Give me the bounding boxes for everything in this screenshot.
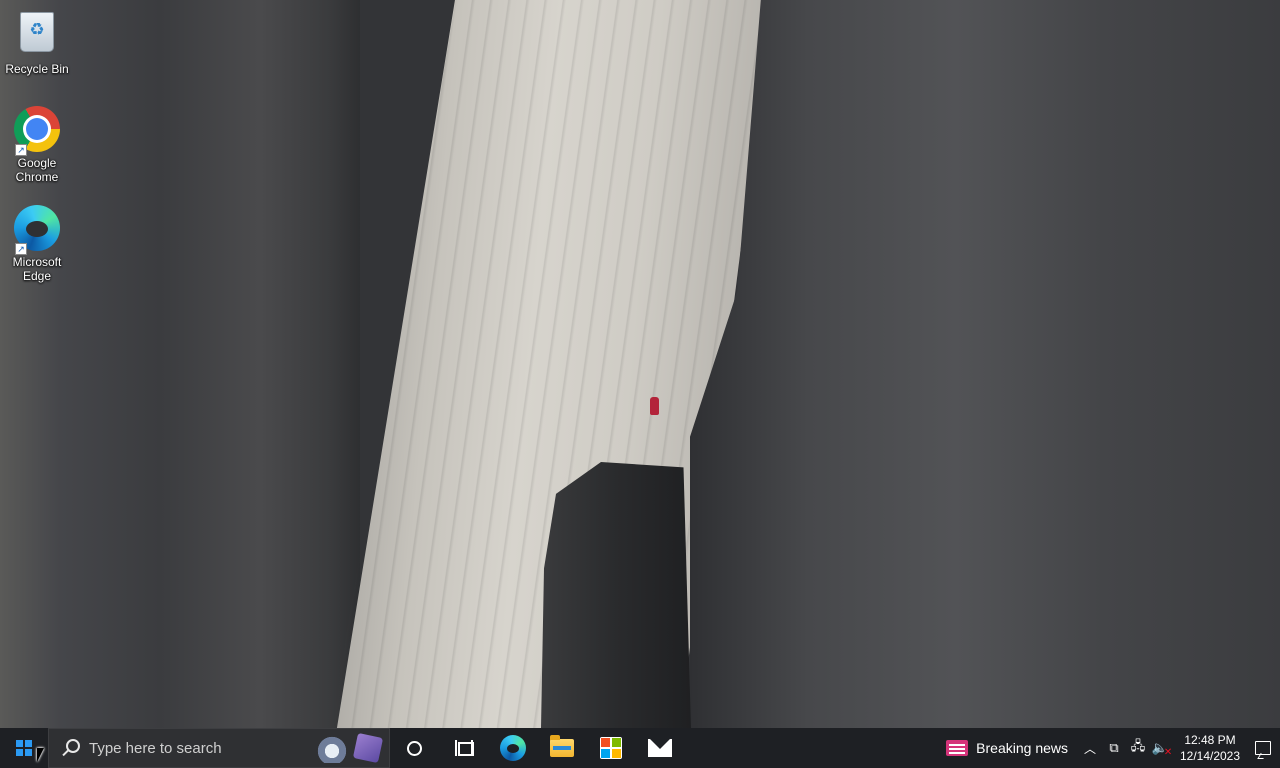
- recycle-bin-icon: [13, 12, 61, 60]
- network-icon: 🖧: [1130, 738, 1146, 753]
- wallpaper-dark-rock-face: [690, 0, 1280, 728]
- microsoft-store-icon: [599, 737, 622, 759]
- news-label: Breaking news: [976, 740, 1068, 756]
- mail-icon: [647, 739, 672, 757]
- desktop-icon-label: Microsoft Edge: [12, 255, 62, 283]
- taskbar-file-explorer-button[interactable]: [537, 728, 586, 768]
- taskbar-store-button[interactable]: [586, 728, 635, 768]
- search-highlight-lab-icon: [317, 733, 347, 763]
- taskbar-search-box[interactable]: [48, 728, 390, 768]
- wallpaper-rock-pillar: [541, 462, 691, 728]
- taskbar-edge-button[interactable]: [488, 728, 537, 768]
- taskbar-clock[interactable]: 12:48 PM 12/14/2023: [1174, 728, 1246, 768]
- desktop-icon-label: Recycle Bin: [5, 62, 69, 76]
- chevron-up-icon: ︿: [1083, 741, 1096, 756]
- file-explorer-icon: [549, 735, 574, 757]
- desktop-wallpaper: [0, 0, 1280, 728]
- chrome-icon: ↗: [13, 106, 61, 156]
- news-widget[interactable]: Breaking news: [938, 728, 1078, 768]
- mute-x-icon: ✕: [1163, 746, 1173, 758]
- tray-meet-now-button[interactable]: ⧉: [1102, 728, 1126, 768]
- desktop-icon-google-chrome[interactable]: ↗ Google Chrome: [2, 106, 72, 184]
- shortcut-arrow-icon: ↗: [15, 243, 27, 255]
- cortana-icon: [407, 740, 422, 756]
- camera-icon: ⧉: [1109, 740, 1119, 755]
- action-center-button[interactable]: [1246, 728, 1280, 768]
- task-view-button[interactable]: [439, 728, 488, 768]
- desktop-icon-label: Google Chrome: [15, 156, 59, 184]
- news-icon: [946, 740, 969, 756]
- wallpaper-climber: [650, 397, 659, 415]
- taskbar-mail-button[interactable]: [635, 728, 684, 768]
- search-input[interactable]: [89, 739, 309, 757]
- notification-icon: [1255, 741, 1271, 755]
- taskbar: Breaking news ︿ ⧉ 🖧 🔈✕ 12:48 PM 12/14/20…: [0, 728, 1280, 768]
- show-hidden-icons-button[interactable]: ︿: [1078, 728, 1102, 768]
- search-highlight-satellite-icon: [352, 732, 384, 764]
- search-icon: [61, 739, 80, 757]
- cortana-button[interactable]: [390, 728, 439, 768]
- tray-volume-button[interactable]: 🔈 ✕: [1150, 728, 1174, 768]
- mouse-cursor-icon: [37, 748, 44, 762]
- clock-time: 12:48 PM: [1184, 733, 1236, 747]
- windows-logo-icon: [16, 740, 32, 756]
- search-highlight-image[interactable]: [317, 732, 384, 764]
- desktop-icon-microsoft-edge[interactable]: ↗ Microsoft Edge: [2, 205, 72, 283]
- task-view-icon: [454, 740, 474, 756]
- desktop-icon-recycle-bin[interactable]: Recycle Bin: [2, 8, 72, 76]
- clock-date: 12/14/2023: [1179, 749, 1241, 763]
- tray-network-button[interactable]: 🖧: [1126, 728, 1150, 768]
- shortcut-arrow-icon: ↗: [15, 144, 27, 156]
- edge-icon: ↗: [13, 205, 61, 255]
- edge-icon: [499, 735, 526, 761]
